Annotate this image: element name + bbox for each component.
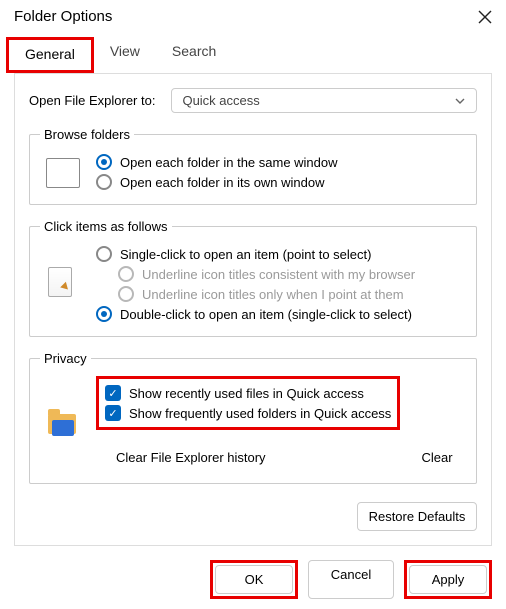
tabs: General View Search <box>0 37 506 73</box>
click-document-icon <box>48 267 78 301</box>
radio-underline-browser-label: Underline icon titles consistent with my… <box>142 267 415 282</box>
radio-underline-point-label: Underline icon titles only when I point … <box>142 287 404 302</box>
radio-double-click-label: Double-click to open an item (single-cli… <box>120 307 412 322</box>
radio-double-click[interactable]: Double-click to open an item (single-cli… <box>96 304 466 324</box>
radio-icon <box>96 306 112 322</box>
clear-history-label: Clear File Explorer history <box>116 450 266 465</box>
open-explorer-value: Quick access <box>182 93 259 108</box>
check-recent-files-label: Show recently used files in Quick access <box>129 386 364 401</box>
privacy-highlight: ✓ Show recently used files in Quick acce… <box>96 376 400 430</box>
open-explorer-select[interactable]: Quick access <box>171 88 477 113</box>
tab-search[interactable]: Search <box>156 37 232 73</box>
privacy-group: Privacy ✓ Show recently used files in Qu… <box>29 351 477 484</box>
checkmark-icon: ✓ <box>105 385 121 401</box>
close-icon[interactable] <box>478 10 492 24</box>
radio-icon <box>96 246 112 262</box>
radio-underline-browser: Underline icon titles consistent with my… <box>118 264 466 284</box>
privacy-legend: Privacy <box>40 351 91 366</box>
check-frequent-folders[interactable]: ✓ Show frequently used folders in Quick … <box>105 403 391 423</box>
apply-highlight: Apply <box>404 560 492 599</box>
clear-button[interactable]: Clear <box>408 444 466 471</box>
open-explorer-label: Open File Explorer to: <box>29 93 155 108</box>
tab-general[interactable]: General <box>6 37 94 73</box>
radio-same-window[interactable]: Open each folder in the same window <box>96 152 466 172</box>
ok-button[interactable]: OK <box>215 565 293 594</box>
click-items-group: Click items as follows Single-click to o… <box>29 219 477 337</box>
checkmark-icon: ✓ <box>105 405 121 421</box>
tab-view[interactable]: View <box>94 37 156 73</box>
radio-icon <box>96 174 112 190</box>
ok-highlight: OK <box>210 560 298 599</box>
radio-icon <box>96 154 112 170</box>
radio-own-window-label: Open each folder in its own window <box>120 175 325 190</box>
check-frequent-folders-label: Show frequently used folders in Quick ac… <box>129 406 391 421</box>
restore-defaults-button[interactable]: Restore Defaults <box>357 502 477 531</box>
radio-icon <box>118 266 134 282</box>
browse-folders-group: Browse folders Open each folder in the s… <box>29 127 477 205</box>
click-items-legend: Click items as follows <box>40 219 172 234</box>
radio-single-click-label: Single-click to open an item (point to s… <box>120 247 371 262</box>
radio-own-window[interactable]: Open each folder in its own window <box>96 172 466 192</box>
radio-same-window-label: Open each folder in the same window <box>120 155 338 170</box>
browse-folders-legend: Browse folders <box>40 127 134 142</box>
window-title: Folder Options <box>14 8 112 25</box>
chevron-down-icon <box>454 95 466 107</box>
cancel-button[interactable]: Cancel <box>308 560 394 599</box>
privacy-photo-icon <box>46 408 80 440</box>
apply-button[interactable]: Apply <box>409 565 487 594</box>
radio-icon <box>118 286 134 302</box>
check-recent-files[interactable]: ✓ Show recently used files in Quick acce… <box>105 383 391 403</box>
folder-icon <box>46 158 80 188</box>
radio-single-click[interactable]: Single-click to open an item (point to s… <box>96 244 466 264</box>
radio-underline-point: Underline icon titles only when I point … <box>118 284 466 304</box>
